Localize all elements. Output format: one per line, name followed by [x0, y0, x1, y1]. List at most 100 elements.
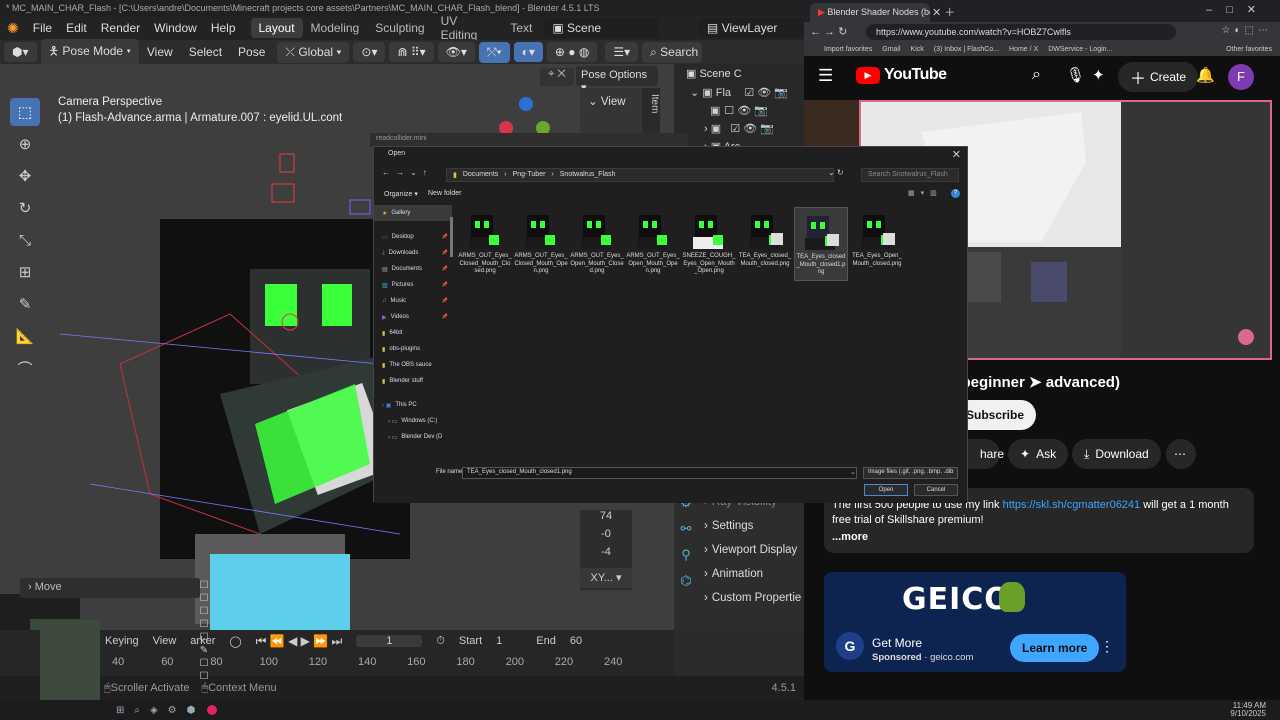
blender-logo-icon[interactable]: ✺	[0, 20, 26, 37]
create-button[interactable]: ＋ Create	[1118, 62, 1199, 92]
pin-icon[interactable]: 📌	[442, 282, 448, 288]
pin-icon[interactable]: 📌	[442, 250, 448, 256]
view-layer-selector[interactable]: ▤ ViewLayer	[698, 18, 804, 38]
new-tab-button[interactable]: ✕ ＋	[932, 4, 955, 20]
file-item[interactable]: ARMS_OUT_Eyes_Open_Mouth_Open.png	[626, 207, 680, 281]
nav-item[interactable]: › ▭ Blender Dev (D	[374, 429, 452, 445]
visibility-eye-icon[interactable]: ☑ 👁 📷	[744, 86, 788, 99]
nav-item[interactable]: ▮ The OBS sauce	[374, 357, 452, 373]
frame-ruler[interactable]: 40 60 80 100 120 140 160 180 200 220 240	[112, 656, 652, 670]
mode-selector[interactable]: 🯅 Pose Mode ▾	[40, 38, 139, 66]
file-item[interactable]: TEA_Eyes_closed_Mouth_closed1.png	[794, 207, 848, 281]
shading-icons[interactable]: ⊕ ● ◍	[546, 42, 598, 62]
url-field[interactable]: https://www.youtube.com/watch?v=HOBZ7Cwl…	[866, 24, 1176, 40]
nav-item[interactable]: ▨ Pictures 📌	[374, 277, 452, 293]
properties-tab-icons[interactable]: ⚙⚯⚲⌬	[674, 490, 698, 600]
nav-item[interactable]: ⤓ Downloads 📌	[374, 245, 452, 261]
current-frame-field[interactable]: 1	[356, 635, 423, 647]
start-frame-field[interactable]: 1	[496, 635, 502, 647]
snap-icon[interactable]: ⋒ ⠿▾	[389, 42, 434, 62]
gizmo-icon[interactable]: ⤲▾	[478, 41, 510, 63]
nav-back-forward-reload-icons[interactable]: ← → ↻	[810, 25, 847, 38]
cursor-tool-icon[interactable]: ⊕	[10, 130, 40, 158]
menu-edit[interactable]: Edit	[59, 21, 94, 35]
bookmark[interactable]: DWService - Login...	[1048, 46, 1112, 53]
organize-button[interactable]: Organize ▾	[384, 190, 418, 198]
bookmark[interactable]: Kick	[911, 46, 924, 53]
workspace-tab-sculpting[interactable]: Sculpting	[367, 18, 432, 38]
menu-help[interactable]: Help	[204, 21, 243, 35]
annotate-tool-icon[interactable]: ✎	[10, 290, 40, 318]
rotation-mode-dropdown[interactable]: XY... ▾	[580, 568, 632, 588]
breadcrumb[interactable]: ▮ Documents › Png-Tuber › Snotwalrus_Flash	[446, 168, 834, 182]
close-icon[interactable]: ✕	[952, 148, 961, 161]
new-folder-button[interactable]: New folder	[428, 190, 461, 197]
hamburger-menu-icon[interactable]: ☰	[818, 66, 833, 86]
ad-menu-icon[interactable]: ⋮	[1100, 638, 1114, 655]
workspace-tab-modeling[interactable]: Modeling	[303, 18, 368, 38]
bookmark-other[interactable]: Other favorites	[1226, 46, 1272, 53]
select-box-tool-icon[interactable]: ⬚	[10, 98, 40, 126]
download-button[interactable]: ⤓ Download	[1072, 439, 1161, 469]
transform-tool-icon[interactable]: ⊞	[10, 258, 40, 286]
transform-field[interactable]: -0	[580, 528, 632, 546]
nav-item[interactable]: ▮ Blender stuff	[374, 373, 452, 389]
pin-icon[interactable]: 📌	[442, 298, 448, 304]
stopwatch-icon[interactable]: ⏱	[436, 635, 445, 648]
header-menu-select[interactable]: Select	[181, 45, 230, 59]
window-controls-icons[interactable]: –□✕	[1206, 3, 1270, 16]
outliner-row[interactable]: ▣ ☐ 👁 📷	[674, 102, 804, 120]
nav-item[interactable]: ★ Gallery	[374, 205, 452, 221]
cancel-button[interactable]: Cancel	[914, 484, 958, 496]
timeline-menu-keying[interactable]: Keying	[105, 635, 139, 647]
learn-more-button[interactable]: Learn more	[1010, 634, 1100, 662]
pose-options-dropdown[interactable]: Pose Options ▾	[576, 66, 658, 94]
tab-youtube[interactable]: ▶ Blender Shader Nodes (beg...	[810, 3, 930, 22]
pin-icon[interactable]: 📌	[442, 266, 448, 272]
gizmo-toggle-icon[interactable]: ⌖ ✕	[540, 68, 574, 86]
rotate-tool-icon[interactable]: ↻	[10, 194, 40, 222]
outliner-editor-icon[interactable]: ☰▾	[605, 42, 639, 62]
breadcrumb-item[interactable]: Png-Tuber	[513, 171, 546, 179]
pin-icon[interactable]: 📌	[442, 314, 448, 320]
menu-render[interactable]: Render	[94, 21, 147, 35]
show-more-link[interactable]: ...more	[832, 530, 1246, 545]
account-avatar[interactable]: F	[1228, 64, 1254, 90]
transform-orientation[interactable]: ⤫ Global ▾	[277, 41, 350, 63]
file-item[interactable]: ARMS_OUT_Eyes_Closed_Mouth_Closed.png	[458, 207, 512, 281]
file-item[interactable]: SNEEZE_COUGH_Eyes_Open_Mouth_Open.png	[682, 207, 736, 281]
chevron-down-icon[interactable]: ⌄	[850, 468, 856, 476]
workspace-tab-text[interactable]: Text	[502, 18, 540, 38]
microphone-icon[interactable]: 🎙	[1066, 66, 1085, 84]
outliner-row[interactable]: ⌄ ▣ Fla ☑ 👁 📷	[674, 84, 804, 102]
extension-icons[interactable]: ☆◐⬚⋯	[1222, 25, 1272, 36]
youtube-logo[interactable]: ▶ YouTube	[856, 66, 947, 84]
nav-pane-scrollbar[interactable]	[450, 217, 453, 257]
move-tool-icon[interactable]: ✥	[10, 162, 40, 190]
scale-tool-icon[interactable]: ⤡	[10, 226, 40, 254]
measure-tool-icon[interactable]: 📐	[10, 322, 40, 350]
nav-item[interactable]: ▶ Videos 📌	[374, 309, 452, 325]
file-item[interactable]: ARMS_OUT_Eyes_Open_Mouth_Closed.png	[570, 207, 624, 281]
open-button[interactable]: Open	[864, 484, 908, 496]
workspace-tab-layout[interactable]: Layout	[250, 18, 303, 38]
notifications-bell-icon[interactable]: 🔔	[1196, 66, 1215, 84]
nav-item[interactable]: ▮ obs-plugins	[374, 341, 452, 357]
end-frame-field[interactable]: 60	[570, 635, 582, 647]
nav-item[interactable]: ▭ Desktop 📌	[374, 229, 452, 245]
taskbar-pinned-app-icon[interactable]	[207, 705, 218, 715]
bookmark[interactable]: Import favorites	[824, 46, 872, 53]
more-actions-icon[interactable]: ⋯	[1166, 439, 1196, 469]
breadcrumb-item[interactable]: Documents	[463, 171, 498, 179]
bookmark[interactable]: (3) Inbox | FlashCo...	[934, 46, 999, 53]
file-type-select[interactable]: Image files (.gif, .png, .bmp, .dib	[863, 467, 958, 479]
outliner-row[interactable]: › ▣ ☑ 👁 📷	[674, 120, 804, 138]
nav-item[interactable]: ▮ 64bit	[374, 325, 452, 341]
refresh-icon[interactable]: ⌄ ↻	[828, 168, 844, 177]
checkbox-icon[interactable]: ☑ 👁 📷	[730, 122, 774, 135]
pin-icon[interactable]: 📌	[442, 234, 448, 240]
file-item[interactable]: ARMS_OUT_Eyes_Closed_Mouth_Open.png	[514, 207, 568, 281]
nav-item[interactable]: › ▣ This PC	[374, 397, 452, 413]
nav-item[interactable]: ♫ Music 📌	[374, 293, 452, 309]
clock[interactable]: 11:49 AM 9/10/2025	[1230, 702, 1266, 718]
